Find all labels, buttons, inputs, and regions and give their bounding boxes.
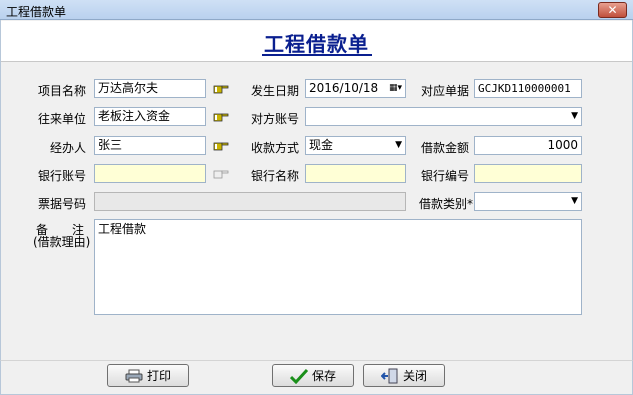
handler-label: 经办人 xyxy=(50,141,87,155)
close-button[interactable]: 关闭 xyxy=(363,364,445,387)
form-title: 工程借款单 xyxy=(264,32,369,56)
close-button-label: 关闭 xyxy=(402,369,427,383)
pointing-hand-icon[interactable] xyxy=(213,111,229,123)
exit-door-icon xyxy=(380,368,398,383)
chevron-down-icon[interactable]: ▼ xyxy=(571,193,578,210)
pay-method-value: 现金 xyxy=(309,138,334,152)
pointing-hand-icon[interactable] xyxy=(213,83,229,95)
bank-name-label: 银行名称 xyxy=(251,169,300,183)
date-label: 发生日期 xyxy=(251,84,300,98)
calendar-dropdown-icon[interactable]: ▦▾ xyxy=(389,80,402,97)
amount-label: 借款金额 xyxy=(421,141,470,155)
window-title: 工程借款单 xyxy=(6,5,67,19)
pay-method-label: 收款方式 xyxy=(251,141,300,155)
remark-textarea[interactable]: 工程借款 xyxy=(94,219,582,315)
ticket-no-input xyxy=(94,192,406,211)
close-window-button[interactable]: ✕ xyxy=(598,2,627,18)
bank-code-label: 银行编号 xyxy=(421,169,470,183)
bank-account-input[interactable] xyxy=(94,164,206,183)
date-picker[interactable]: 2016/10/18 ▦▾ xyxy=(305,79,406,98)
print-button-label: 打印 xyxy=(146,369,171,383)
bank-account-label: 银行账号 xyxy=(38,169,87,183)
doc-no-label: 对应单据 xyxy=(421,84,470,98)
print-button[interactable]: 打印 xyxy=(107,364,189,387)
date-value: 2016/10/18 xyxy=(309,81,379,95)
counter-account-label: 对方账号 xyxy=(251,112,300,126)
title-bar xyxy=(0,0,633,20)
ticket-no-label: 票据号码 xyxy=(38,197,87,211)
pointing-hand-icon[interactable] xyxy=(213,140,229,152)
printer-icon xyxy=(125,369,143,382)
bank-code-input[interactable] xyxy=(474,164,582,183)
form-title-underline xyxy=(262,54,372,56)
project-name-input[interactable]: 万达高尔夫 xyxy=(94,79,206,98)
partner-input[interactable]: 老板注入资金 xyxy=(94,107,206,126)
remark-sublabel: (借款理由) xyxy=(33,235,91,249)
loan-type-label: 借款类别* xyxy=(419,197,474,211)
save-button[interactable]: 保存 xyxy=(272,364,354,387)
checkmark-icon xyxy=(289,368,308,384)
loan-type-select[interactable]: ▼ xyxy=(474,192,582,211)
project-name-label: 项目名称 xyxy=(38,84,87,98)
handler-input[interactable]: 张三 xyxy=(94,136,206,155)
bank-name-input[interactable] xyxy=(305,164,406,183)
pointing-hand-disabled-icon xyxy=(213,170,229,179)
save-button-label: 保存 xyxy=(311,369,336,383)
doc-no-input[interactable]: GCJKD110000001 xyxy=(474,79,582,98)
partner-label: 往来单位 xyxy=(38,112,87,126)
amount-input[interactable]: 1000 xyxy=(474,136,582,155)
chevron-down-icon[interactable]: ▼ xyxy=(395,137,402,154)
pay-method-select[interactable]: 现金 ▼ xyxy=(305,136,406,155)
chevron-down-icon[interactable]: ▼ xyxy=(571,108,578,125)
counter-account-select[interactable]: ▼ xyxy=(305,107,582,126)
